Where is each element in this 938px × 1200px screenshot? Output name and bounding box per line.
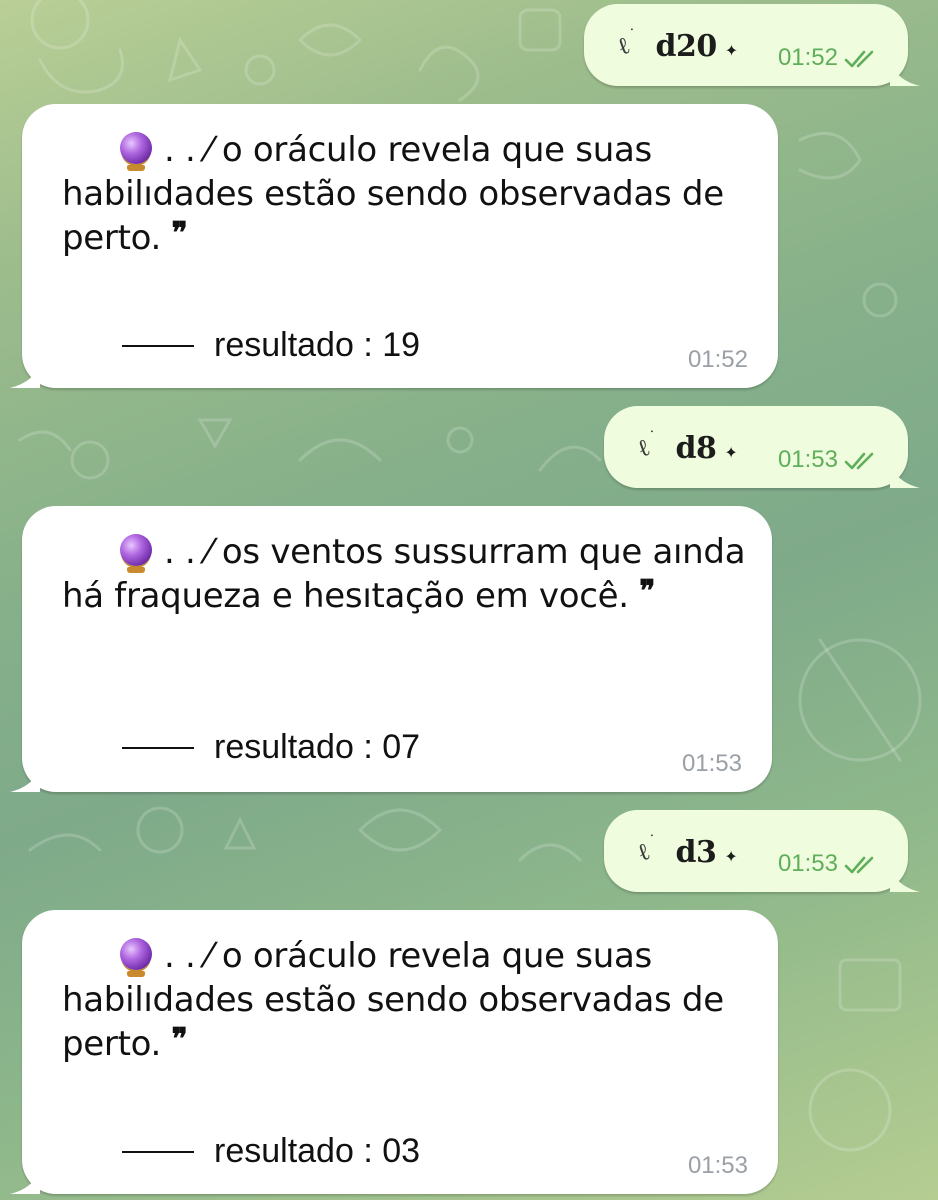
command-text: d3 bbox=[675, 834, 717, 870]
crystal-ball-icon bbox=[120, 132, 152, 171]
dice-icon: ℓ · bbox=[613, 21, 638, 61]
message-prefix: . . ⁄ bbox=[164, 936, 222, 976]
result-line: resultado : 03 bbox=[122, 1132, 522, 1171]
incoming-message[interactable]: . . ⁄ o oráculo revela que suas habilıda… bbox=[10, 910, 778, 1194]
message-text: . . ⁄ os ventos sussurram que aında há f… bbox=[62, 530, 762, 620]
message-content: o oráculo revela que suas habilıdades es… bbox=[62, 130, 724, 258]
message-time: 01:52 bbox=[687, 346, 748, 373]
result-text: resultado : 07 bbox=[214, 728, 421, 766]
result-line: resultado : 07 bbox=[122, 728, 522, 767]
message-prefix: . . ⁄ bbox=[164, 130, 222, 170]
message-content: o oráculo revela que suas habilıdades es… bbox=[62, 936, 724, 1064]
bubble-tail bbox=[10, 1168, 40, 1194]
divider-dash bbox=[122, 746, 194, 749]
crystal-ball-icon bbox=[120, 938, 152, 977]
dice-icon: ℓ · bbox=[633, 423, 658, 463]
divider-dash bbox=[122, 344, 194, 347]
outgoing-message-d8[interactable]: ℓ · d8 ✦ 01:53 bbox=[604, 406, 920, 488]
bubble-tail bbox=[890, 60, 920, 86]
incoming-message[interactable]: . . ⁄ os ventos sussurram que aında há f… bbox=[10, 506, 772, 792]
dice-command: ℓ · d3 ✦ bbox=[633, 827, 738, 872]
bubble-tail bbox=[10, 766, 40, 792]
message-time: 01:53 bbox=[777, 850, 838, 877]
dice-command: ℓ · d20 ✦ bbox=[613, 21, 739, 66]
dice-command: ℓ · d8 ✦ bbox=[633, 423, 738, 468]
sparkle-icon: ✦ bbox=[724, 846, 738, 866]
quote-icon: ❞ bbox=[639, 574, 656, 609]
command-text: d20 bbox=[655, 28, 718, 64]
double-check-icon bbox=[844, 452, 874, 470]
incoming-message[interactable]: . . ⁄ o oráculo revela que suas habilıda… bbox=[10, 104, 778, 388]
double-check-icon bbox=[844, 50, 874, 68]
double-check-icon bbox=[844, 856, 874, 874]
bubble-tail bbox=[890, 866, 920, 892]
outgoing-message-d20[interactable]: ℓ · d20 ✦ 01:52 bbox=[584, 4, 920, 86]
bubble-tail bbox=[10, 362, 40, 388]
sparkle-icon: ✦ bbox=[724, 442, 738, 462]
message-time: 01:53 bbox=[777, 446, 838, 473]
message-text: . . ⁄ o oráculo revela que suas habilıda… bbox=[62, 934, 762, 1068]
quote-icon: ❞ bbox=[171, 1022, 188, 1057]
result-text: resultado : 19 bbox=[214, 326, 421, 364]
result-text: resultado : 03 bbox=[214, 1132, 421, 1170]
bubble-tail bbox=[890, 462, 920, 488]
message-text: . . ⁄ o oráculo revela que suas habilıda… bbox=[62, 128, 762, 262]
command-text: d8 bbox=[675, 430, 717, 466]
sparkle-icon: ✦ bbox=[724, 40, 739, 60]
quote-icon: ❞ bbox=[171, 216, 188, 251]
crystal-ball-icon bbox=[120, 534, 152, 573]
message-prefix: . . ⁄ bbox=[164, 532, 222, 572]
message-time: 01:53 bbox=[687, 1152, 748, 1179]
result-line: resultado : 19 bbox=[122, 326, 522, 365]
outgoing-message-d3[interactable]: ℓ · d3 ✦ 01:53 bbox=[604, 810, 920, 892]
divider-dash bbox=[122, 1150, 194, 1153]
dice-icon: ℓ · bbox=[633, 827, 658, 867]
message-time: 01:53 bbox=[681, 750, 742, 777]
message-time: 01:52 bbox=[777, 44, 838, 71]
